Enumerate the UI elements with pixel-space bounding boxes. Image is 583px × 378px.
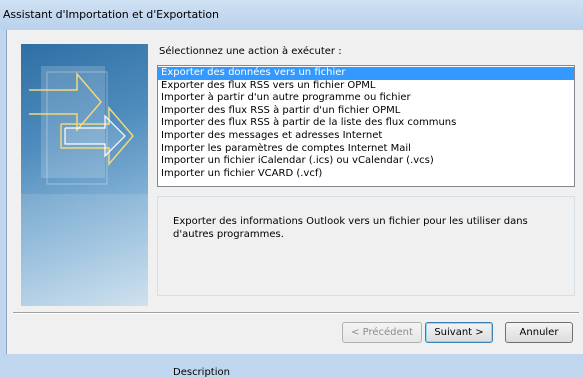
action-list-item[interactable]: Exporter des données vers un fichier	[158, 67, 574, 80]
back-button[interactable]: < Précédent	[342, 322, 422, 343]
cancel-button[interactable]: Annuler	[505, 322, 573, 343]
action-list-item[interactable]: Importer des flux RSS à partir d'un fich…	[158, 105, 574, 118]
next-button[interactable]: Suivant >	[425, 322, 493, 343]
window-title: Assistant d'Importation et d'Exportation	[3, 8, 219, 21]
description-groupbox: Description	[157, 196, 575, 378]
button-separator	[13, 312, 579, 314]
action-list-item[interactable]: Importer un fichier VCARD (.vcf)	[158, 168, 574, 181]
action-prompt-label: Sélectionnez une action à exécuter :	[159, 46, 342, 57]
action-list-item[interactable]: Importer les paramètres de comptes Inter…	[158, 143, 574, 156]
action-listbox[interactable]: Exporter des données vers un fichier Expo…	[157, 65, 575, 187]
description-text: Exporter des informations Outlook vers u…	[173, 216, 528, 240]
action-list-item[interactable]: Importer des messages et adresses Intern…	[158, 130, 574, 143]
action-list-item[interactable]: Exporter des flux RSS vers un fichier OP…	[158, 80, 574, 93]
action-list-item[interactable]: Importer des flux RSS à partir de la lis…	[158, 117, 574, 130]
wizard-body: Sélectionnez une action à exécuter : Exp…	[6, 30, 583, 378]
wizard-illustration	[21, 44, 148, 306]
action-list-item[interactable]: Importer un fichier iCalendar (.ics) ou …	[158, 155, 574, 168]
description-title: Description	[173, 367, 230, 378]
action-list-item[interactable]: Importer à partir d'un autre programme o…	[158, 92, 574, 105]
title-bar[interactable]: Assistant d'Importation et d'Exportation	[0, 0, 583, 30]
